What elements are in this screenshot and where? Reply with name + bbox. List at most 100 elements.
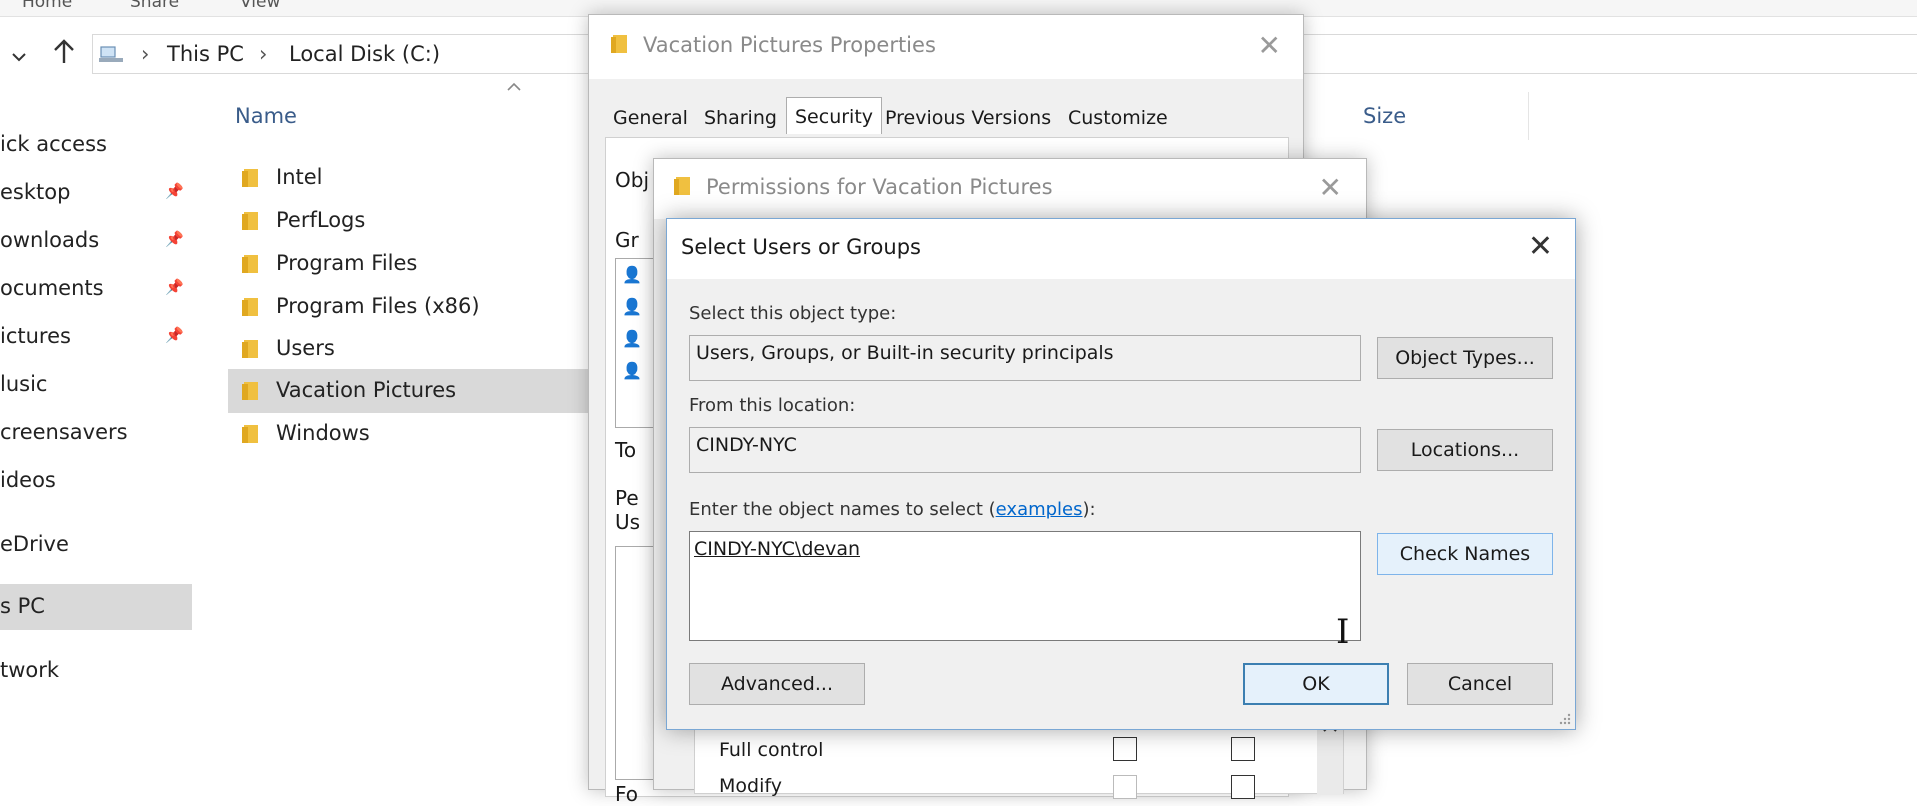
folder-icon [242, 340, 258, 358]
object-types-button[interactable]: Object Types... [1377, 337, 1553, 379]
ribbon-tab-view[interactable]: View [240, 0, 280, 12]
folder-icon [242, 212, 258, 230]
sidebar-item-documents[interactable]: ocuments [0, 276, 104, 300]
permissions-titlebar[interactable]: Permissions for Vacation Pictures ✕ [654, 159, 1366, 219]
file-row-vacation-pictures[interactable]: Vacation Pictures [228, 369, 588, 413]
object-names-label: Enter the object names to select (exampl… [689, 499, 1096, 520]
examples-link[interactable]: examples [996, 499, 1083, 520]
location-label: From this location: [689, 395, 856, 416]
check-names-button[interactable]: Check Names [1377, 533, 1553, 575]
column-header-size[interactable]: Size [1363, 104, 1406, 128]
chevron-down-icon[interactable] [12, 42, 26, 66]
to-change-label: To [615, 438, 637, 462]
sort-ascending-icon [507, 82, 521, 91]
object-type-label: Select this object type: [689, 303, 897, 324]
permission-modify: Modify [719, 775, 782, 797]
this-pc-icon [99, 46, 123, 62]
select-users-dialog: Select Users or Groups ✕ Select this obj… [666, 218, 1576, 730]
user-icon: 👤 [622, 297, 642, 316]
deny-modify-checkbox[interactable] [1231, 775, 1255, 799]
folder-icon [242, 255, 258, 273]
location-field: CINDY-NYC [689, 427, 1361, 473]
object-names-input[interactable] [689, 531, 1361, 641]
sidebar-item-this-pc[interactable]: s PC [0, 594, 45, 618]
file-name: Program Files (x86) [276, 294, 480, 318]
sidebar-item-onedrive[interactable]: eDrive [0, 532, 69, 556]
file-row-users[interactable]: Users [228, 327, 588, 371]
file-name: Intel [276, 165, 323, 189]
group-names-label: Gr [615, 228, 639, 252]
user-icon: 👤 [622, 329, 642, 348]
folder-icon [242, 382, 258, 400]
breadcrumb-local-disk[interactable]: Local Disk (C:) [289, 42, 440, 66]
file-row-windows[interactable]: Windows [228, 412, 588, 456]
cancel-button[interactable]: Cancel [1407, 663, 1553, 705]
close-icon[interactable]: ✕ [1528, 229, 1553, 264]
group-list[interactable]: 👤 👤 👤 👤 [615, 258, 657, 428]
file-name: Program Files [276, 251, 418, 275]
folder-icon [242, 298, 258, 316]
permissions-label: Pe [615, 486, 639, 510]
object-type-field: Users, Groups, or Built-in security prin… [689, 335, 1361, 381]
object-names-label-suffix: ): [1082, 499, 1096, 520]
ok-button[interactable]: OK [1243, 663, 1389, 705]
pin-icon: 📌 [165, 230, 184, 248]
select-users-titlebar[interactable]: Select Users or Groups ✕ [667, 219, 1575, 279]
user-icon: 👤 [622, 361, 642, 380]
tab-sharing[interactable]: Sharing [704, 107, 777, 129]
close-icon[interactable]: ✕ [1258, 29, 1281, 62]
tab-security[interactable]: Security [786, 97, 883, 134]
file-name: PerfLogs [276, 208, 366, 232]
file-row-program-files-x86[interactable]: Program Files (x86) [228, 285, 588, 329]
advanced-button[interactable]: Advanced... [689, 663, 865, 705]
ribbon-tab-share[interactable]: Share [130, 0, 179, 12]
object-name-label: Obj [615, 168, 649, 192]
file-row-program-files[interactable]: Program Files [228, 242, 588, 286]
properties-title: Vacation Pictures Properties [643, 33, 936, 57]
pin-icon: 📌 [165, 278, 184, 296]
pin-icon: 📌 [165, 182, 184, 200]
permission-full-control: Full control [719, 739, 824, 761]
column-divider[interactable] [1528, 92, 1529, 140]
user-icon: 👤 [622, 265, 642, 284]
sidebar-item-screensavers[interactable]: creensavers [0, 420, 128, 444]
sidebar-item-pictures[interactable]: ictures [0, 324, 71, 348]
close-icon[interactable]: ✕ [1319, 171, 1342, 204]
sidebar-item-network[interactable]: twork [0, 658, 59, 682]
allow-full-control-checkbox[interactable] [1113, 737, 1137, 761]
deny-full-control-checkbox[interactable] [1231, 737, 1255, 761]
for-special-label: Fo [615, 782, 639, 806]
folder-icon [242, 425, 258, 443]
up-arrow-icon[interactable] [52, 38, 76, 68]
tab-customize[interactable]: Customize [1068, 107, 1168, 129]
permissions-title: Permissions for Vacation Pictures [706, 175, 1053, 199]
allow-modify-checkbox[interactable] [1113, 775, 1137, 799]
sidebar-item-music[interactable]: lusic [0, 372, 47, 396]
pin-icon: 📌 [165, 326, 184, 344]
sidebar-item-videos[interactable]: ideos [0, 468, 56, 492]
resize-grip-icon[interactable] [1557, 711, 1571, 725]
sidebar-item-desktop[interactable]: esktop [0, 180, 70, 204]
file-name: Vacation Pictures [276, 378, 457, 402]
object-names-label-text: Enter the object names to select ( [689, 499, 996, 520]
text-cursor-icon: I [1336, 612, 1350, 652]
folder-icon [242, 169, 258, 187]
properties-titlebar[interactable]: Vacation Pictures Properties ✕ [589, 15, 1303, 79]
tab-general[interactable]: General [613, 107, 688, 129]
breadcrumb-separator-icon: › [259, 42, 268, 66]
file-row-perflogs[interactable]: PerfLogs [228, 199, 588, 243]
column-header-name[interactable]: Name [235, 104, 297, 128]
users-label: Us [615, 510, 641, 534]
folder-icon [611, 35, 627, 53]
sidebar-item-downloads[interactable]: ownloads [0, 228, 99, 252]
folder-icon [674, 177, 690, 195]
breadcrumb-this-pc[interactable]: This PC [167, 42, 244, 66]
locations-button[interactable]: Locations... [1377, 429, 1553, 471]
file-row-intel[interactable]: Intel [228, 156, 588, 200]
select-users-title: Select Users or Groups [681, 235, 921, 259]
ribbon-tab-home[interactable]: Home [22, 0, 72, 12]
file-name: Users [276, 336, 335, 360]
sidebar-item-quick-access[interactable]: ick access [0, 132, 107, 156]
tab-previous-versions[interactable]: Previous Versions [885, 107, 1051, 129]
permission-list [615, 546, 657, 780]
